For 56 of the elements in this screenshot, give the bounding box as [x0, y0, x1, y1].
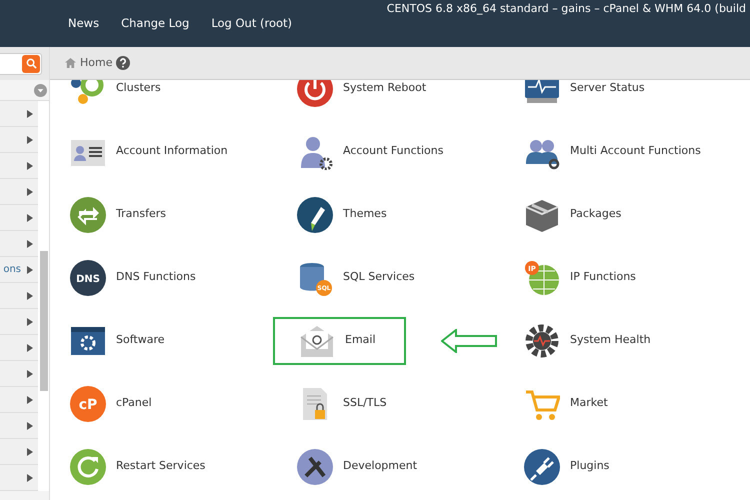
feature-link[interactable]: Plugins	[524, 442, 610, 490]
collapse-icon[interactable]	[34, 84, 47, 96]
feature-link[interactable]: Market	[524, 380, 608, 428]
feature-link[interactable]: Software	[70, 316, 164, 364]
gear-icon	[524, 322, 560, 358]
feature-link[interactable]: SSL/TLS	[297, 380, 387, 428]
paint-brush-icon	[297, 196, 333, 232]
scrollbar[interactable]	[38, 101, 49, 491]
expand-arrow-icon[interactable]	[26, 136, 34, 144]
home-link[interactable]: Home	[80, 54, 112, 72]
expand-arrow-icon[interactable]	[26, 474, 34, 482]
feature-link[interactable]: DNS DNS Functions	[70, 254, 196, 302]
feature-link[interactable]: Clusters	[70, 80, 161, 112]
feature-link[interactable]: Server Status	[524, 80, 645, 112]
search-icon	[26, 58, 36, 69]
nav-link[interactable]: News	[68, 14, 100, 32]
expand-arrow-icon[interactable]	[26, 214, 34, 222]
expand-arrow-icon[interactable]	[26, 240, 34, 248]
expand-arrow-icon[interactable]	[26, 422, 34, 430]
plug-icon	[524, 448, 560, 484]
feature-link[interactable]: Development	[297, 442, 418, 490]
expand-arrow-icon[interactable]	[26, 344, 34, 352]
help-icon[interactable]	[116, 56, 130, 70]
feature-link[interactable]: Account Functions	[297, 128, 444, 176]
expand-arrow-icon[interactable]	[26, 162, 34, 170]
search-button[interactable]	[22, 54, 40, 72]
power-icon	[297, 80, 333, 106]
nav-link[interactable]: Change Log	[121, 14, 190, 32]
expand-arrow-icon[interactable]	[26, 188, 34, 196]
system-info-text: CENTOS 6.8 x86_64 standard – gains – cPanel & WHM 64.0 (build	[386, 1, 746, 17]
feature-link[interactable]: Restart Services	[70, 442, 206, 490]
nav-link[interactable]: Log Out (root)	[211, 14, 292, 32]
expand-arrow-icon[interactable]	[26, 370, 34, 378]
circles-icon	[70, 80, 106, 106]
feature-link[interactable]: Account Information	[70, 128, 228, 176]
expand-arrow-icon[interactable]	[26, 266, 34, 274]
home-icon	[65, 58, 76, 68]
feature-link[interactable]: System Health	[524, 316, 651, 364]
search-field[interactable]	[0, 52, 42, 74]
feature-link[interactable]: cP cPanel	[70, 380, 152, 428]
expand-arrow-icon[interactable]	[26, 110, 34, 118]
arrows-icon	[70, 196, 106, 232]
feature-link[interactable]: Email	[273, 316, 406, 364]
feature-link[interactable]: System Reboot	[297, 80, 426, 112]
pointer-arrow	[440, 328, 497, 352]
expand-arrow-icon[interactable]	[26, 396, 34, 404]
expand-arrow-icon[interactable]	[26, 292, 34, 300]
cp-logo-icon: cP	[70, 386, 106, 422]
feature-link[interactable]: Multi Account Functions	[524, 128, 701, 176]
expand-arrow-icon[interactable]	[26, 318, 34, 326]
feature-link[interactable]: Transfers	[70, 190, 166, 238]
feature-link[interactable]: Themes	[297, 190, 387, 238]
refresh-icon	[70, 448, 106, 484]
expand-arrow-icon[interactable]	[26, 448, 34, 456]
feature-link[interactable]: Packages	[524, 190, 622, 238]
dns-icon: DNS	[70, 260, 106, 296]
